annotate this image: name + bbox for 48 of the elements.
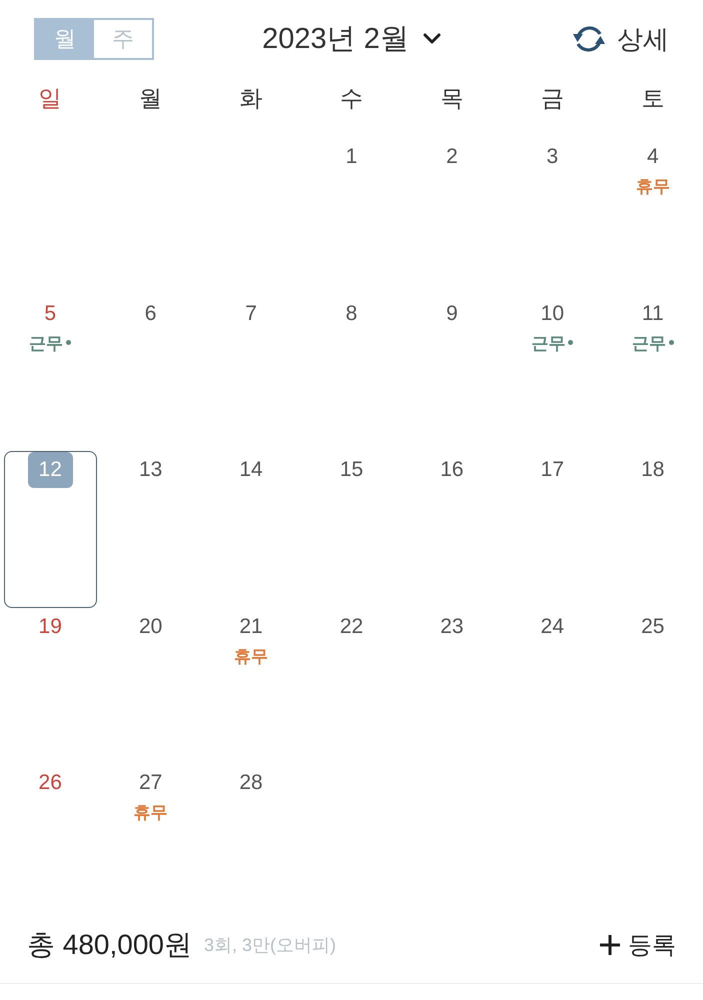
day-number[interactable]: 14 xyxy=(228,452,274,488)
event-label: 근무 xyxy=(632,332,666,354)
event-label: 근무 xyxy=(29,332,64,354)
weekday-label: 월 xyxy=(139,84,162,113)
day-number[interactable]: 13 xyxy=(128,452,174,488)
day-number[interactable]: 9 xyxy=(435,296,469,332)
day-number[interactable]: 20 xyxy=(128,608,174,644)
day-number[interactable]: 18 xyxy=(630,452,676,488)
day-number[interactable]: 21 xyxy=(228,608,274,644)
day-number[interactable]: 26 xyxy=(28,765,73,801)
event-label: 근무 xyxy=(531,332,566,354)
day-number[interactable]: 17 xyxy=(530,452,576,488)
event-label: 휴무 xyxy=(134,802,168,824)
total-amount: 총 480,000원 xyxy=(27,928,192,962)
weekday-label: 화 xyxy=(240,84,263,113)
day-number[interactable]: 25 xyxy=(630,608,676,644)
day-number[interactable]: 4 xyxy=(636,139,670,175)
weekday-label: 목 xyxy=(440,84,464,113)
add-button[interactable]: 등록 xyxy=(600,928,676,960)
chevron-down-icon xyxy=(422,33,441,45)
day-number[interactable]: 7 xyxy=(234,296,268,332)
summary-text: 3회, 3만(오버피) xyxy=(204,934,336,956)
weekday-label: 금 xyxy=(540,84,564,113)
day-number[interactable]: 16 xyxy=(429,452,475,488)
plus-icon xyxy=(600,934,620,954)
day-number[interactable]: 5 xyxy=(33,296,68,332)
day-number[interactable]: 11 xyxy=(630,296,675,332)
day-number[interactable]: 23 xyxy=(429,608,475,644)
weekday-label: 일 xyxy=(38,84,62,113)
day-number[interactable]: 6 xyxy=(134,296,168,332)
day-number[interactable]: 8 xyxy=(334,296,368,332)
day-number[interactable]: 1 xyxy=(334,139,368,175)
month-picker[interactable]: 2023년 2월 xyxy=(262,19,441,59)
day-number[interactable]: 28 xyxy=(228,765,274,801)
day-number[interactable]: 15 xyxy=(328,452,374,488)
event-label: 휴무 xyxy=(234,646,268,668)
refresh-icon xyxy=(571,25,607,53)
day-number[interactable]: 10 xyxy=(530,296,576,332)
day-number[interactable]: 3 xyxy=(536,139,570,175)
event-label: 휴무 xyxy=(636,176,670,198)
day-number[interactable]: 22 xyxy=(328,608,374,644)
detail-button[interactable]: 상세 xyxy=(571,22,669,56)
day-number[interactable]: 27 xyxy=(128,765,174,801)
weekday-label: 수 xyxy=(340,84,363,113)
day-number[interactable]: 24 xyxy=(530,608,576,644)
weekday-label: 토 xyxy=(641,84,664,113)
day-number[interactable]: 19 xyxy=(28,608,73,644)
day-number[interactable]: 2 xyxy=(435,139,469,175)
